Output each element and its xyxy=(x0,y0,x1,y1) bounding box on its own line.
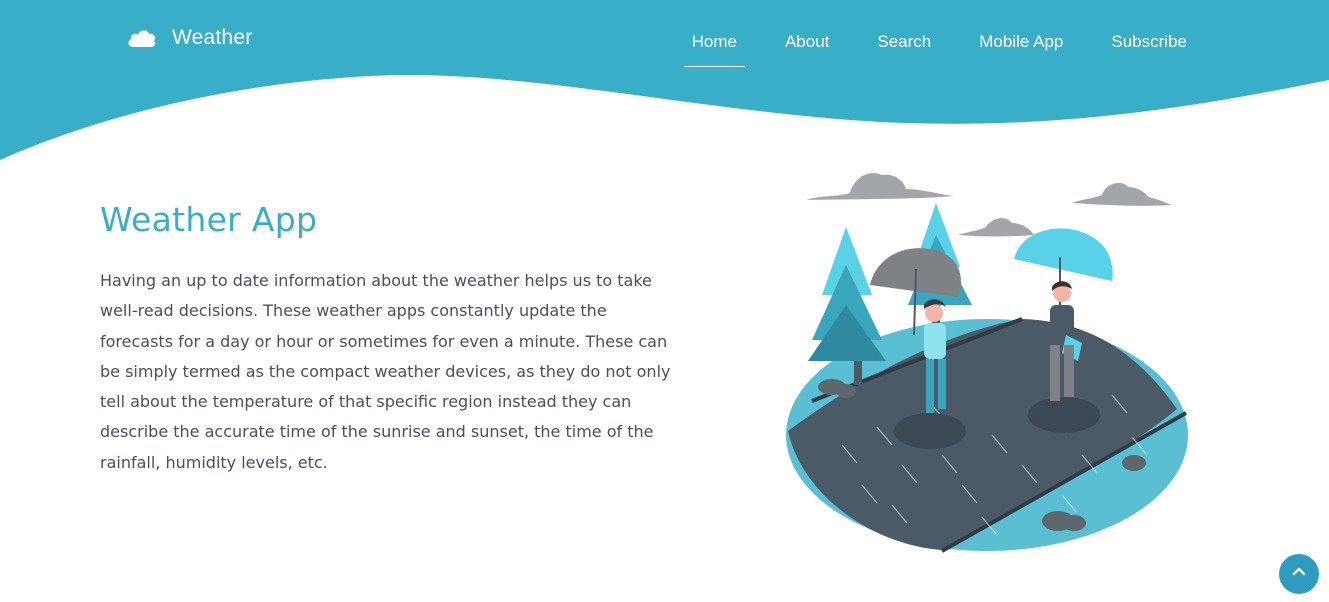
hero-title: Weather App xyxy=(100,200,318,239)
brand-logo[interactable]: Weather xyxy=(126,26,252,50)
nav-item-search[interactable]: Search xyxy=(869,30,939,67)
nav-item-mobile-app[interactable]: Mobile App xyxy=(971,30,1071,67)
main-nav: Home About Search Mobile App Subscribe xyxy=(652,30,1195,67)
rainy-walk-illustration xyxy=(786,173,1188,553)
cloud-icon xyxy=(958,218,1034,237)
nav-item-about[interactable]: About xyxy=(777,30,837,67)
cloud-icon xyxy=(806,173,954,200)
back-to-top-button[interactable] xyxy=(1279,554,1319,594)
hero-description: Having an up to date information about t… xyxy=(100,271,671,472)
chevron-up-icon xyxy=(1290,563,1308,586)
cloud-icon xyxy=(1072,182,1172,206)
brand-name: Weather xyxy=(172,26,253,49)
nav-item-subscribe[interactable]: Subscribe xyxy=(1103,30,1195,67)
cloud-icon xyxy=(126,27,158,49)
nav-item-home[interactable]: Home xyxy=(683,30,745,67)
